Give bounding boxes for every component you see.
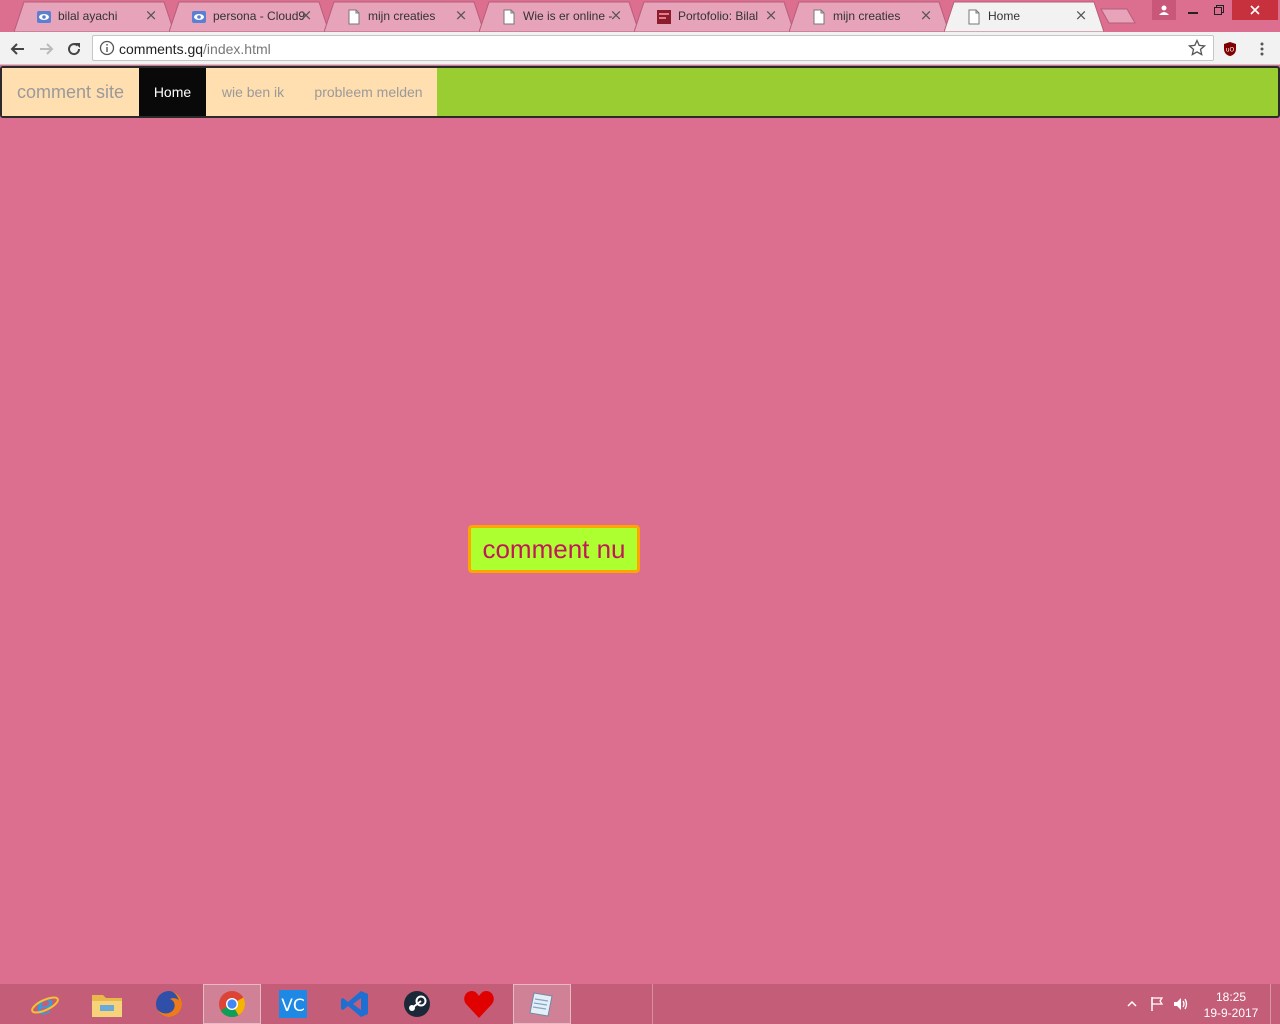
browser-tab[interactable]: Wie is er online - × xyxy=(479,1,639,32)
close-icon[interactable]: × xyxy=(609,8,623,23)
back-arrow-icon[interactable] xyxy=(6,37,30,61)
svg-text:VC: VC xyxy=(281,996,305,1016)
tab-title: mijn creaties xyxy=(368,9,436,23)
address-bar[interactable]: comments.gq/index.html xyxy=(92,35,1214,61)
page-icon xyxy=(501,9,517,25)
volume-icon[interactable] xyxy=(1170,984,1192,1024)
browser-tab-active[interactable]: Home × xyxy=(944,1,1104,32)
nav-item-probleem-melden[interactable]: probleem melden xyxy=(300,68,437,116)
site-brand[interactable]: comment site xyxy=(2,68,139,116)
vc-icon[interactable]: VC xyxy=(264,984,322,1024)
tab-title: Wie is er online - xyxy=(523,9,613,23)
minimize-icon[interactable] xyxy=(1180,0,1206,20)
close-icon[interactable]: × xyxy=(764,8,778,23)
page-icon xyxy=(346,9,362,25)
forward-arrow-icon[interactable] xyxy=(34,37,58,61)
info-icon[interactable] xyxy=(99,40,115,56)
tab-title: persona - Cloud9 xyxy=(213,9,306,23)
close-icon[interactable]: × xyxy=(299,8,313,23)
cloud9-eye-icon xyxy=(36,9,52,25)
visual-studio-icon[interactable] xyxy=(326,984,384,1024)
close-icon[interactable]: × xyxy=(919,8,933,23)
url-path: /index.html xyxy=(203,41,271,57)
bookmark-star-icon[interactable] xyxy=(1188,39,1206,57)
comment-now-button[interactable]: comment nu xyxy=(468,525,640,573)
reload-icon[interactable] xyxy=(62,37,86,61)
browser-tab[interactable]: Portofolio: Bilal × xyxy=(634,1,794,32)
browser-titlebar: bilal ayachi × persona - Cloud9 × mijn c… xyxy=(0,0,1280,32)
browser-tab[interactable]: bilal ayachi × xyxy=(14,1,174,32)
notepad-icon[interactable] xyxy=(513,984,571,1024)
firefox-icon[interactable] xyxy=(140,984,198,1024)
show-desktop-button[interactable] xyxy=(1270,984,1280,1024)
close-icon[interactable]: × xyxy=(454,8,468,23)
tab-title: Portofolio: Bilal xyxy=(678,9,759,23)
internet-explorer-icon[interactable]: e xyxy=(16,984,74,1024)
steam-icon[interactable] xyxy=(388,984,446,1024)
new-tab-button[interactable] xyxy=(1100,8,1136,24)
action-center-flag-icon[interactable] xyxy=(1146,984,1168,1024)
browser-tab[interactable]: persona - Cloud9 × xyxy=(169,1,329,32)
menu-dots-icon[interactable] xyxy=(1250,37,1274,61)
profile-icon[interactable] xyxy=(1152,0,1176,20)
nav-item-home[interactable]: Home xyxy=(139,68,206,116)
page-icon xyxy=(811,9,827,25)
portfolio-icon xyxy=(656,9,672,25)
browser-tab[interactable]: mijn creaties × xyxy=(324,1,484,32)
browser-tab[interactable]: mijn creaties × xyxy=(789,1,949,32)
cloud9-eye-icon xyxy=(191,9,207,25)
tab-title: mijn creaties xyxy=(833,9,901,23)
site-navbar: comment site Home wie ben ik probleem me… xyxy=(0,66,1280,118)
close-icon[interactable]: × xyxy=(1074,8,1088,23)
file-explorer-icon[interactable] xyxy=(78,984,136,1024)
show-hidden-icons-chevron-icon[interactable] xyxy=(1124,984,1140,1024)
chrome-icon[interactable] xyxy=(203,984,261,1024)
clock-date: 19-9-2017 xyxy=(1203,1006,1259,1020)
url-text[interactable]: comments.gq/index.html xyxy=(119,41,271,57)
clock-time: 18:25 xyxy=(1215,990,1247,1004)
close-icon[interactable]: × xyxy=(144,8,158,23)
tab-title: bilal ayachi xyxy=(58,9,118,23)
windows-taskbar: e VC 18:25 19-9-2017 xyxy=(0,984,1280,1024)
restore-icon[interactable] xyxy=(1206,0,1232,20)
nav-item-wie-ben-ik[interactable]: wie ben ik xyxy=(206,68,300,116)
heart-app-icon[interactable] xyxy=(450,984,508,1024)
taskbar-divider xyxy=(652,984,653,1024)
tab-title: Home xyxy=(988,9,1021,23)
page-icon xyxy=(966,9,982,25)
svg-text:uO: uO xyxy=(1226,47,1235,54)
ublock-extension-icon[interactable]: uO xyxy=(1218,37,1242,61)
taskbar-clock[interactable]: 18:25 19-9-2017 xyxy=(1196,989,1266,1021)
browser-toolbar: comments.gq/index.html uO xyxy=(0,32,1280,65)
svg-text:e: e xyxy=(37,989,54,1019)
window-close-icon[interactable] xyxy=(1232,0,1278,20)
url-host: comments.gq xyxy=(119,41,204,57)
